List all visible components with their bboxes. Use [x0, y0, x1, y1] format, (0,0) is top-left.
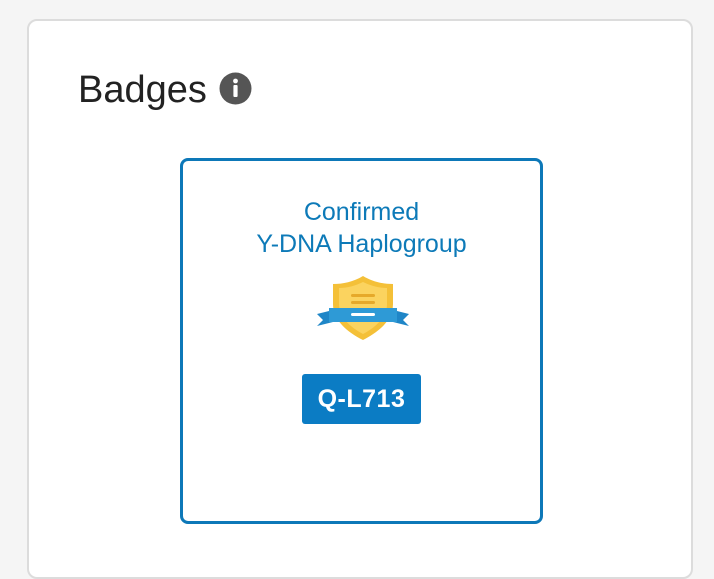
- badges-header: Badges: [78, 71, 252, 109]
- haplogroup-value-badge: Q-L713: [302, 374, 421, 424]
- badge-title: Confirmed Y-DNA Haplogroup: [183, 196, 540, 260]
- shield-ribbon-icon: [315, 274, 411, 344]
- badge-title-line-1: Confirmed: [303, 198, 420, 226]
- badges-card: Badges Confirmed Y-DNA Haplogroup Q-L713: [27, 19, 693, 579]
- badges-heading: Badges: [78, 69, 207, 111]
- info-icon[interactable]: [219, 72, 252, 105]
- haplogroup-badge[interactable]: Confirmed Y-DNA Haplogroup Q-L713: [180, 158, 543, 524]
- badge-title-line-2: Y-DNA Haplogroup: [256, 230, 467, 258]
